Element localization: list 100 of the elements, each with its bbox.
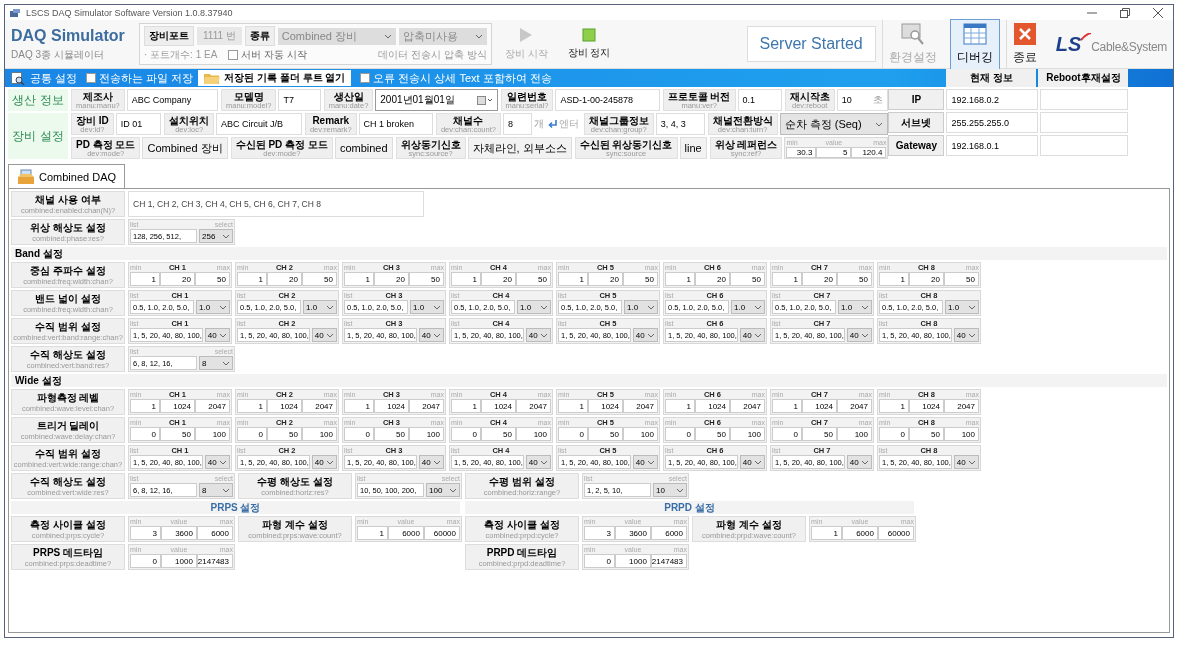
number-field[interactable]: 1 — [357, 526, 388, 540]
number-field[interactable]: 1024 — [909, 399, 944, 413]
number-field[interactable]: 20 — [695, 272, 730, 286]
number-field[interactable]: 50 — [695, 427, 730, 441]
text-field[interactable]: ASD-1-00-245878 — [555, 89, 660, 111]
tab[interactable]: Combined DAQ — [8, 164, 126, 188]
number-field[interactable]: 100 — [302, 427, 337, 441]
number-field[interactable]: 100 — [409, 427, 444, 441]
network-label-button[interactable]: Gateway — [888, 135, 945, 156]
number-field[interactable]: 1024 — [695, 399, 730, 413]
number-field[interactable]: 1 — [237, 272, 267, 286]
reboot-value-field[interactable] — [1040, 135, 1129, 156]
value-dropdown[interactable]: 1.0 — [517, 300, 551, 314]
number-field[interactable]: 100 — [195, 427, 230, 441]
number-field[interactable]: 1024 — [267, 399, 302, 413]
value-dropdown[interactable]: 100 — [426, 483, 460, 497]
number-field[interactable]: 50 — [802, 427, 837, 441]
value-dropdown[interactable]: 40 — [953, 455, 979, 469]
number-field[interactable]: 1 — [451, 272, 481, 286]
value-dropdown[interactable]: 1.0 — [303, 300, 337, 314]
reboot-value-field[interactable] — [1040, 89, 1129, 110]
number-field[interactable]: 1 — [237, 399, 267, 413]
exit-button[interactable]: 종료 — [1005, 18, 1044, 70]
value-dropdown[interactable]: 40 — [525, 455, 551, 469]
number-field[interactable]: 50 — [409, 272, 444, 286]
number-field[interactable]: 20 — [481, 272, 516, 286]
value-dropdown[interactable]: 1.0 — [731, 300, 765, 314]
number-field[interactable]: 2047 — [409, 399, 444, 413]
number-field[interactable]: 20 — [802, 272, 837, 286]
value-dropdown[interactable]: 40 — [204, 328, 230, 342]
number-field[interactable]: 3 — [130, 526, 161, 540]
value-dropdown[interactable]: 40 — [204, 455, 230, 469]
number-field[interactable]: 1024 — [588, 399, 623, 413]
number-field[interactable]: 6000 — [196, 526, 233, 540]
number-field[interactable]: 1 — [811, 526, 842, 540]
text-field[interactable]: ID 01 — [115, 113, 162, 135]
value-dropdown[interactable]: 8 — [199, 483, 233, 497]
text-field[interactable]: CH 1 broken — [358, 113, 433, 135]
number-field[interactable]: 50 — [302, 272, 337, 286]
number-field[interactable]: 0 — [584, 554, 615, 568]
number-field[interactable]: 50 — [944, 272, 979, 286]
open-folder-button[interactable]: 저장된 기록 폴더 루트 열기 — [198, 70, 352, 86]
number-field[interactable]: 3 — [584, 526, 615, 540]
value-dropdown[interactable]: 8 — [199, 356, 233, 370]
number-field[interactable]: 50 — [374, 427, 409, 441]
number-field[interactable]: 6000 — [650, 526, 687, 540]
stop-button[interactable]: 장비 정지 — [560, 24, 618, 64]
number-field[interactable]: 1 — [558, 399, 588, 413]
number-field[interactable]: 2047 — [195, 399, 230, 413]
number-field[interactable]: 50 — [267, 427, 302, 441]
value-dropdown[interactable]: 256 — [199, 229, 233, 243]
number-field[interactable]: 0 — [237, 427, 267, 441]
number-field[interactable]: 60000 — [877, 526, 914, 540]
number-field[interactable]: 0 — [665, 427, 695, 441]
number-field[interactable]: 50 — [516, 272, 551, 286]
text-field[interactable]: T7 — [278, 89, 321, 111]
value-dropdown[interactable]: 1.0 — [624, 300, 658, 314]
number-field[interactable]: 2047 — [302, 399, 337, 413]
number-field[interactable]: 100 — [837, 427, 872, 441]
number-field[interactable]: 1024 — [160, 399, 195, 413]
auto-start-checkbox[interactable]: 서버 자동 시작 — [228, 48, 307, 62]
number-field[interactable]: 1000 — [614, 554, 651, 568]
value-dropdown[interactable]: 40 — [632, 328, 658, 342]
number-field[interactable]: 1 — [344, 272, 374, 286]
number-field[interactable]: 1 — [130, 399, 160, 413]
network-label-button[interactable]: 서브넷 — [888, 112, 945, 133]
value-dropdown[interactable]: 1.0 — [945, 300, 979, 314]
mode-dropdown[interactable]: 순차 측정 (Seq) — [779, 113, 889, 135]
number-field[interactable]: 0 — [130, 427, 160, 441]
number-field[interactable]: 0 — [344, 427, 374, 441]
value-dropdown[interactable]: 40 — [632, 455, 658, 469]
number-field[interactable]: 3600 — [160, 526, 197, 540]
number-field[interactable]: 1 — [665, 399, 695, 413]
value-dropdown[interactable]: 40 — [418, 328, 444, 342]
number-field[interactable]: 100 — [944, 427, 979, 441]
restore-icon[interactable] — [1120, 7, 1130, 18]
number-field[interactable]: 50 — [588, 427, 623, 441]
number-field[interactable]: 100 — [516, 427, 551, 441]
number-field[interactable]: 50 — [730, 272, 765, 286]
value-dropdown[interactable]: 40 — [739, 328, 765, 342]
number-field[interactable]: 20 — [374, 272, 409, 286]
number-field[interactable]: 20 — [588, 272, 623, 286]
number-field[interactable]: 10 초 — [836, 89, 889, 111]
value-dropdown[interactable]: 1.0 — [196, 300, 230, 314]
count-field[interactable]: 8 — [502, 113, 532, 135]
number-field[interactable]: 1 — [558, 272, 588, 286]
number-field[interactable]: 0 — [451, 427, 481, 441]
number-field[interactable]: 1 — [772, 399, 802, 413]
number-field[interactable]: 2147483 — [650, 554, 687, 568]
text-field[interactable]: ABC Circuit J/B — [216, 113, 302, 135]
number-field[interactable]: 1024 — [802, 399, 837, 413]
reboot-value-field[interactable] — [1040, 112, 1129, 133]
number-field[interactable]: 0 — [772, 427, 802, 441]
value-dropdown[interactable]: 40 — [311, 455, 337, 469]
number-field[interactable]: 1 — [665, 272, 695, 286]
number-field[interactable]: 1024 — [374, 399, 409, 413]
number-field[interactable]: 100 — [623, 427, 658, 441]
save-files-checkbox[interactable]: 전송하는 파일 저장 — [86, 70, 194, 86]
channel-list-field[interactable]: CH 1, CH 2, CH 3, CH 4, CH 5, CH 6, CH 7, CH 8 — [128, 191, 424, 217]
number-field[interactable]: 6000 — [387, 526, 424, 540]
